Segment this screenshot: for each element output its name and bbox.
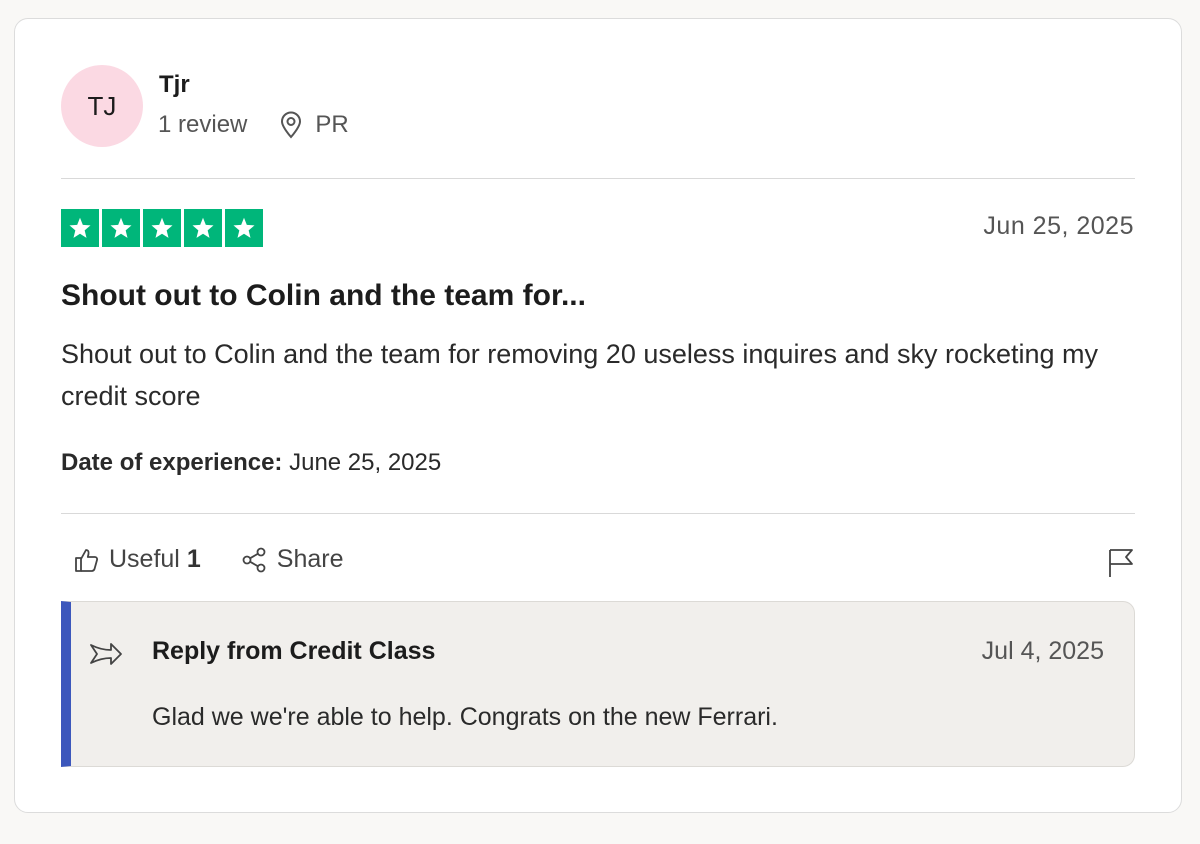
star-icon xyxy=(225,209,263,247)
reviewer-name[interactable]: Tjr xyxy=(159,71,190,99)
experience-label: Date of experience: xyxy=(61,449,283,476)
review-title[interactable]: Shout out to Colin and the team for... xyxy=(61,279,586,313)
useful-count: 1 xyxy=(186,545,201,573)
reviewer-location: PR xyxy=(315,111,349,138)
reply-arrow-icon xyxy=(89,642,123,668)
useful-label: Useful xyxy=(109,545,180,573)
review-date: Jun 25, 2025 xyxy=(983,212,1134,240)
star-rating xyxy=(61,209,263,247)
review-body: Shout out to Colin and the team for remo… xyxy=(61,339,1099,411)
date-of-experience: Date of experience: June 25, 2025 xyxy=(61,449,441,477)
flag-icon xyxy=(1109,549,1133,577)
experience-date: June 25, 2025 xyxy=(289,449,442,476)
avatar[interactable]: TJ xyxy=(61,65,143,147)
avatar-initials: TJ xyxy=(87,90,117,121)
thumbs-up-icon xyxy=(75,548,99,572)
share-icon xyxy=(242,547,266,572)
useful-button[interactable]: Useful 1 xyxy=(73,545,201,574)
star-icon xyxy=(61,209,99,247)
reply-date: Jul 4, 2025 xyxy=(981,637,1104,665)
share-button[interactable]: Share xyxy=(241,545,344,574)
star-icon xyxy=(184,209,222,247)
share-label: Share xyxy=(276,545,344,573)
star-icon xyxy=(102,209,140,247)
review-count: 1 review xyxy=(158,111,248,138)
location-pin-icon xyxy=(279,111,303,139)
reply-text: Glad we we're able to help. Congrats on … xyxy=(152,703,778,731)
reviewer-meta: 1 review PR xyxy=(158,111,349,139)
divider xyxy=(61,178,1135,179)
star-icon xyxy=(143,209,181,247)
reply-from: Reply from Credit Class xyxy=(152,637,436,665)
company-reply: Reply from Credit Class Jul 4, 2025 Glad… xyxy=(61,601,1135,767)
review-actions: Useful 1 Share xyxy=(73,545,384,574)
review-card: TJ Tjr 1 review PR Jun 25, 2025 Shout ou… xyxy=(14,18,1182,813)
divider xyxy=(61,513,1135,514)
report-button[interactable] xyxy=(1107,547,1135,579)
